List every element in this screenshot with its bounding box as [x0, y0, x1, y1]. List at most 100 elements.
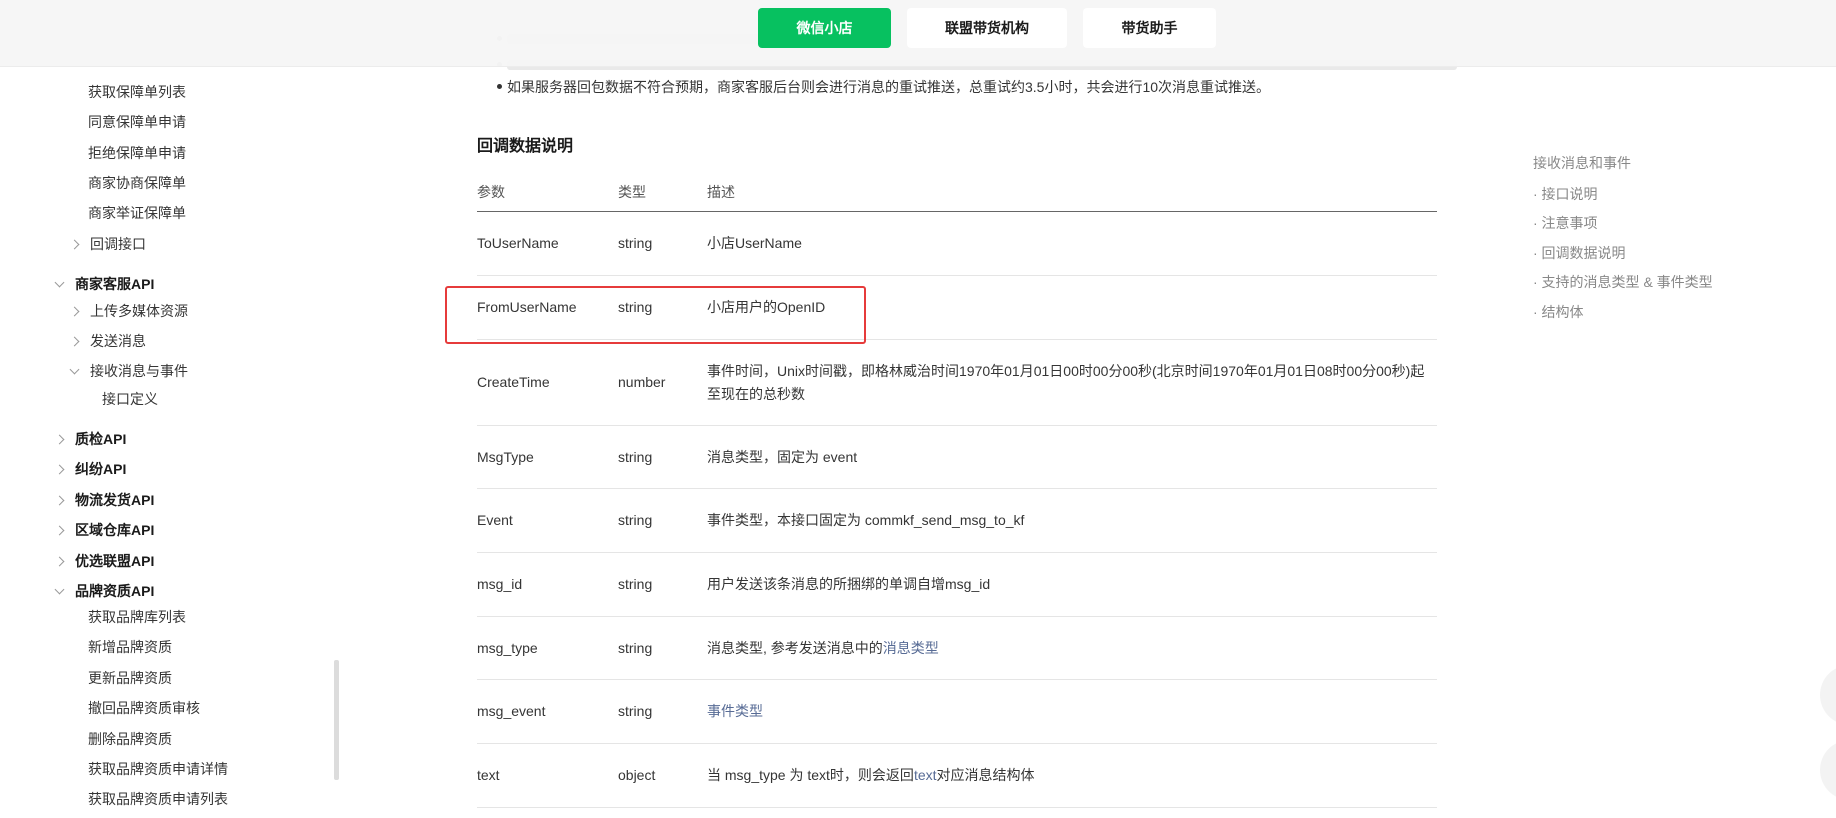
chevron-right-icon	[54, 464, 65, 474]
top-tab-bar: 微信小店 联盟带货机构 带货助手	[0, 0, 1836, 67]
sidebar-item-label: 接收消息与事件	[90, 363, 188, 379]
sidebar-item-get-warranty-list[interactable]: 获取保障单列表	[88, 82, 186, 102]
sidebar-item-label: 商家客服API	[75, 276, 155, 292]
sidebar-item-brand-detail[interactable]: 获取品牌资质申请详情	[88, 759, 228, 779]
chevron-right-icon	[69, 336, 80, 346]
sidebar-item-customer-service-api[interactable]: 商家客服API	[54, 274, 155, 294]
param-cell: Event	[477, 512, 513, 528]
sidebar-item-agree-warranty[interactable]: 同意保障单申请	[88, 112, 186, 132]
desc-cell: 事件时间，Unix时间戳，即格林威治时间1970年01月01日00时00分00秒…	[707, 363, 1425, 402]
header-param: 参数	[477, 184, 505, 200]
sidebar-item-alliance-api[interactable]: 优选联盟API	[54, 551, 155, 571]
param-cell: text	[477, 767, 500, 783]
sidebar-item-brand-list[interactable]: 获取品牌资质申请列表	[88, 789, 228, 809]
chevron-right-icon	[54, 434, 65, 444]
type-cell: string	[618, 235, 653, 251]
sidebar-item-label: 发送消息	[90, 333, 146, 349]
sidebar-item-label: 质检API	[75, 431, 127, 447]
callback-data-table: 参数 类型 描述 ToUserName string 小店UserName Fr…	[477, 172, 1437, 808]
sidebar-item-callback-api[interactable]: 回调接口	[69, 234, 146, 254]
table-row: CreateTime number 事件时间，Unix时间戳，即格林威治时间19…	[477, 340, 1437, 426]
table-row: ToUserName string 小店UserName	[477, 212, 1437, 276]
param-cell: msg_event	[477, 703, 546, 719]
sidebar-item-send-message[interactable]: 发送消息	[69, 331, 146, 351]
toc-item[interactable]: · 接口说明	[1533, 184, 1598, 204]
chevron-right-icon	[54, 525, 65, 535]
type-cell: number	[618, 374, 666, 390]
table-row: msg_id string 用户发送该条消息的所捆绑的单调自增msg_id	[477, 553, 1437, 617]
table-row: text object 当 msg_type 为 text时，则会返回text对…	[477, 744, 1437, 808]
text-struct-link[interactable]: text	[914, 767, 937, 783]
event-type-link[interactable]: 事件类型	[707, 703, 763, 719]
table-row: msg_type string 消息类型, 参考发送消息中的消息类型	[477, 617, 1437, 680]
type-cell: string	[618, 703, 653, 719]
main-content: 如果服务器回包数据不符合预期，商家客服后台则会进行消息的重试推送，总重试约3.5…	[335, 0, 1475, 818]
sidebar-item-quality-api[interactable]: 质检API	[54, 429, 127, 449]
sidebar-item-brand-api[interactable]: 品牌资质API	[54, 581, 155, 601]
sidebar-item-brand-library[interactable]: 获取品牌库列表	[88, 607, 186, 627]
sidebar-item-label: 优选联盟API	[75, 553, 155, 569]
desc-cell: 事件类型	[707, 700, 1437, 723]
sidebar-item-delete-brand[interactable]: 删除品牌资质	[88, 729, 172, 749]
sidebar-item-label: 物流发货API	[75, 492, 155, 508]
sidebar-item-warehouse-api[interactable]: 区域仓库API	[54, 520, 154, 540]
floating-action-button[interactable]	[1820, 665, 1836, 725]
chevron-right-icon	[69, 306, 80, 316]
tab-wechat-store[interactable]: 微信小店	[758, 8, 891, 48]
type-cell: string	[618, 512, 653, 528]
sidebar-item-reject-warranty[interactable]: 拒绝保障单申请	[88, 143, 186, 163]
type-cell: string	[618, 576, 653, 592]
sidebar-item-label: 回调接口	[90, 236, 146, 252]
desc-cell: 事件类型，本接口固定为 commkf_send_msg_to_kf	[707, 512, 1025, 528]
sidebar-item-proof-warranty[interactable]: 商家举证保障单	[88, 203, 186, 223]
sidebar-item-receive-message[interactable]: 接收消息与事件	[69, 361, 188, 381]
param-cell: CreateTime	[477, 374, 550, 390]
sidebar-item-add-brand[interactable]: 新增品牌资质	[88, 637, 172, 657]
sidebar-item-upload-media[interactable]: 上传多媒体资源	[69, 301, 188, 321]
desc-cell: 消息类型, 参考发送消息中的消息类型	[707, 637, 1437, 660]
sidebar-nav: 获取保障单列表 同意保障单申请 拒绝保障单申请 商家协商保障单 商家举证保障单 …	[0, 0, 339, 818]
table-row: msg_event string 事件类型	[477, 680, 1437, 744]
chevron-down-icon	[69, 364, 80, 374]
floating-action-button[interactable]	[1820, 740, 1836, 800]
section-title: 回调数据说明	[477, 138, 574, 155]
toc-item[interactable]: · 支持的消息类型 & 事件类型	[1533, 272, 1713, 292]
chevron-right-icon	[54, 495, 65, 505]
sidebar-item-label: 纠纷API	[75, 461, 127, 477]
bullet-dot	[497, 84, 502, 89]
type-cell: string	[618, 449, 653, 465]
type-cell: object	[618, 767, 656, 783]
chevron-down-icon	[54, 277, 65, 287]
chevron-right-icon	[54, 556, 65, 566]
sidebar-item-negotiate-warranty[interactable]: 商家协商保障单	[88, 173, 186, 193]
table-row: MsgType string 消息类型，固定为 event	[477, 426, 1437, 489]
desc-text: 当 msg_type 为 text时，则会返回	[707, 767, 914, 783]
toc-item[interactable]: · 结构体	[1533, 302, 1584, 322]
param-cell: MsgType	[477, 449, 534, 465]
desc-cell: 用户发送该条消息的所捆绑的单调自增msg_id	[707, 576, 991, 592]
header-type: 类型	[618, 184, 646, 200]
tab-alliance-agency[interactable]: 联盟带货机构	[907, 8, 1067, 48]
toc-title: 接收消息和事件	[1533, 155, 1631, 171]
chevron-down-icon	[54, 584, 65, 594]
desc-cell: 消息类型，固定为 event	[707, 449, 858, 465]
sidebar-item-interface-definition[interactable]: 接口定义	[102, 389, 158, 409]
desc-text: 消息类型, 参考发送消息中的	[707, 640, 883, 656]
sidebar-item-update-brand[interactable]: 更新品牌资质	[88, 668, 172, 688]
desc-text: 对应消息结构体	[936, 767, 1035, 783]
highlight-box	[445, 286, 866, 344]
sidebar-item-dispute-api[interactable]: 纠纷API	[54, 459, 127, 479]
param-cell: msg_id	[477, 576, 523, 592]
table-row: Event string 事件类型，本接口固定为 commkf_send_msg…	[477, 489, 1437, 553]
chevron-right-icon	[69, 239, 80, 249]
retry-note: 如果服务器回包数据不符合预期，商家客服后台则会进行消息的重试推送，总重试约3.5…	[507, 79, 1271, 95]
tab-sales-assistant[interactable]: 带货助手	[1083, 8, 1216, 48]
sidebar-item-label: 品牌资质API	[75, 583, 155, 599]
toc-item[interactable]: · 回调数据说明	[1533, 243, 1626, 263]
sidebar-item-withdraw-brand[interactable]: 撤回品牌资质审核	[88, 698, 200, 718]
message-type-link[interactable]: 消息类型	[883, 640, 939, 656]
sidebar-item-logistics-api[interactable]: 物流发货API	[54, 490, 155, 510]
param-cell: ToUserName	[477, 235, 559, 251]
toc-item[interactable]: · 注意事项	[1533, 213, 1598, 233]
desc-cell: 小店UserName	[707, 235, 802, 251]
